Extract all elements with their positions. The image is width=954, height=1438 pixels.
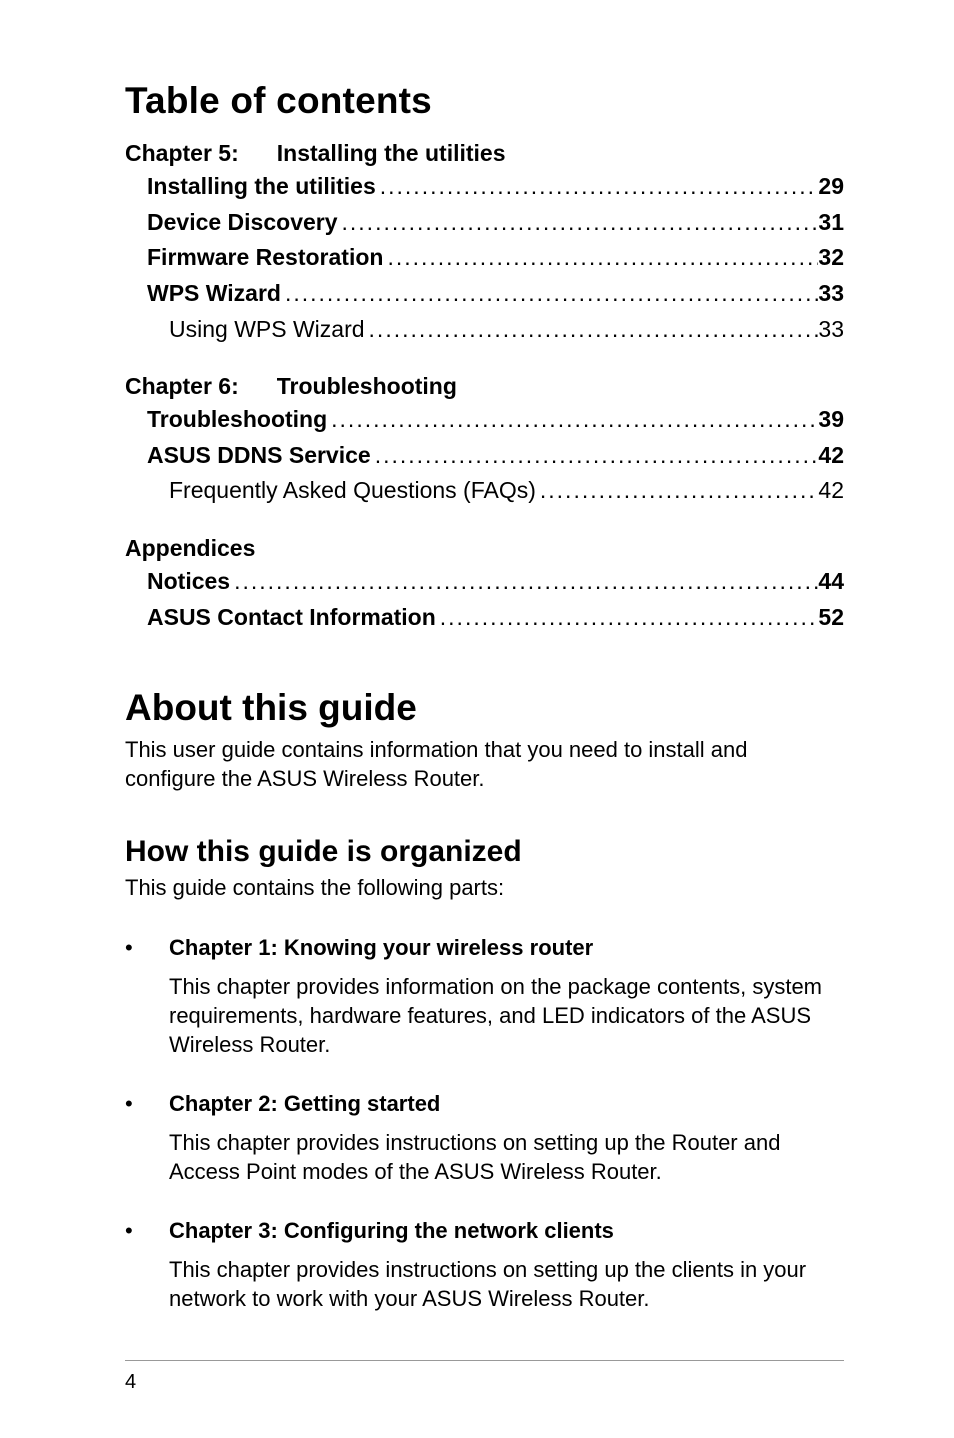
toc-row: WPS Wizard..............................…: [125, 276, 844, 312]
toc-row: Using WPS Wizard........................…: [125, 312, 844, 348]
toc-leader-dots: ........................................…: [371, 438, 819, 474]
bullet-item: •Chapter 3: Configuring the network clie…: [125, 1216, 844, 1313]
toc-entry-label: WPS Wizard: [147, 276, 281, 312]
bullet-heading-row: •Chapter 3: Configuring the network clie…: [125, 1216, 844, 1255]
toc-entry-label: Firmware Restoration: [147, 240, 383, 276]
toc-chapter-label: Appendices: [125, 535, 255, 561]
toc-leader-dots: ........................................…: [436, 600, 819, 636]
toc-leader-dots: ........................................…: [365, 312, 819, 348]
toc-entry-page: 31: [818, 205, 844, 241]
toc-row: Installing the utilities................…: [125, 169, 844, 205]
page-number: 4: [125, 1371, 844, 1394]
page-container: Table of contents Chapter 5: Installing t…: [0, 0, 954, 1438]
toc-row: Device Discovery........................…: [125, 205, 844, 241]
about-intro: This user guide contains information tha…: [125, 735, 844, 793]
toc-chapter-label: Chapter 5:: [125, 140, 239, 166]
bullet-heading-row: •Chapter 1: Knowing your wireless router: [125, 933, 844, 972]
about-title: About this guide: [125, 687, 844, 729]
toc-section: Chapter 5:Installing the utilitiesInstal…: [125, 140, 844, 347]
toc-entry-page: 29: [818, 169, 844, 205]
footer-divider: [125, 1360, 844, 1361]
toc-leader-dots: ........................................…: [383, 240, 818, 276]
bullet-body: This chapter provides instructions on se…: [169, 1255, 844, 1313]
toc-chapter-heading: Chapter 5: Installing the utilities: [125, 140, 844, 167]
toc-container: Chapter 5:Installing the utilitiesInstal…: [125, 140, 844, 635]
toc-leader-dots: ........................................…: [536, 473, 819, 509]
toc-entry-label: Installing the utilities: [147, 169, 376, 205]
toc-row: Frequently Asked Questions (FAQs).......…: [125, 473, 844, 509]
toc-row: ASUS DDNS Service.......................…: [125, 438, 844, 474]
toc-entry-label: Troubleshooting: [147, 402, 327, 438]
toc-chapter-heading: Appendices: [125, 535, 844, 562]
toc-entry-page: 52: [818, 600, 844, 636]
bullet-item: •Chapter 1: Knowing your wireless router…: [125, 933, 844, 1059]
toc-entry-label: Device Discovery: [147, 205, 338, 241]
toc-entry-page: 32: [818, 240, 844, 276]
toc-entry-page: 44: [818, 564, 844, 600]
bullet-title: Chapter 3: Configuring the network clien…: [169, 1216, 614, 1245]
toc-leader-dots: ........................................…: [230, 564, 818, 600]
toc-leader-dots: ........................................…: [338, 205, 819, 241]
bullet-mark-icon: •: [125, 1089, 169, 1128]
bullet-heading-row: •Chapter 2: Getting started: [125, 1089, 844, 1128]
toc-entry-page: 39: [818, 402, 844, 438]
toc-entry-label: Frequently Asked Questions (FAQs): [169, 473, 536, 509]
bullet-mark-icon: •: [125, 1216, 169, 1255]
bullet-body: This chapter provides instructions on se…: [169, 1128, 844, 1186]
toc-chapter-heading: Chapter 6: Troubleshooting: [125, 373, 844, 400]
toc-chapter-label: Chapter 6:: [125, 373, 239, 399]
toc-leader-dots: ........................................…: [281, 276, 818, 312]
toc-row: Notices.................................…: [125, 564, 844, 600]
toc-entry-label: Notices: [147, 564, 230, 600]
toc-title: Table of contents: [125, 80, 844, 122]
bullet-body: This chapter provides information on the…: [169, 972, 844, 1059]
toc-entry-page: 33: [818, 312, 844, 348]
page-footer: 4: [0, 1360, 954, 1394]
toc-section: Chapter 6:TroubleshootingTroubleshooting…: [125, 373, 844, 509]
bullet-title: Chapter 2: Getting started: [169, 1089, 440, 1118]
toc-entry-label: ASUS Contact Information: [147, 600, 436, 636]
toc-entry-page: 42: [818, 438, 844, 474]
toc-entry-page: 42: [818, 473, 844, 509]
bullets-container: •Chapter 1: Knowing your wireless router…: [125, 933, 844, 1313]
bullet-title: Chapter 1: Knowing your wireless router: [169, 933, 593, 962]
toc-entry-label: ASUS DDNS Service: [147, 438, 371, 474]
toc-row: Firmware Restoration....................…: [125, 240, 844, 276]
toc-chapter-title: Installing the utilities: [277, 140, 506, 166]
toc-leader-dots: ........................................…: [327, 402, 818, 438]
toc-entry-page: 33: [818, 276, 844, 312]
toc-chapter-title: Troubleshooting: [277, 373, 457, 399]
organized-heading: How this guide is organized: [125, 835, 844, 869]
bullet-item: •Chapter 2: Getting startedThis chapter …: [125, 1089, 844, 1186]
toc-leader-dots: ........................................…: [376, 169, 819, 205]
toc-row: ASUS Contact Information................…: [125, 600, 844, 636]
toc-row: Troubleshooting.........................…: [125, 402, 844, 438]
toc-section: Appendices Notices.......................…: [125, 535, 844, 635]
toc-entry-label: Using WPS Wizard: [169, 312, 365, 348]
bullet-mark-icon: •: [125, 933, 169, 972]
organized-intro: This guide contains the following parts:: [125, 873, 844, 902]
